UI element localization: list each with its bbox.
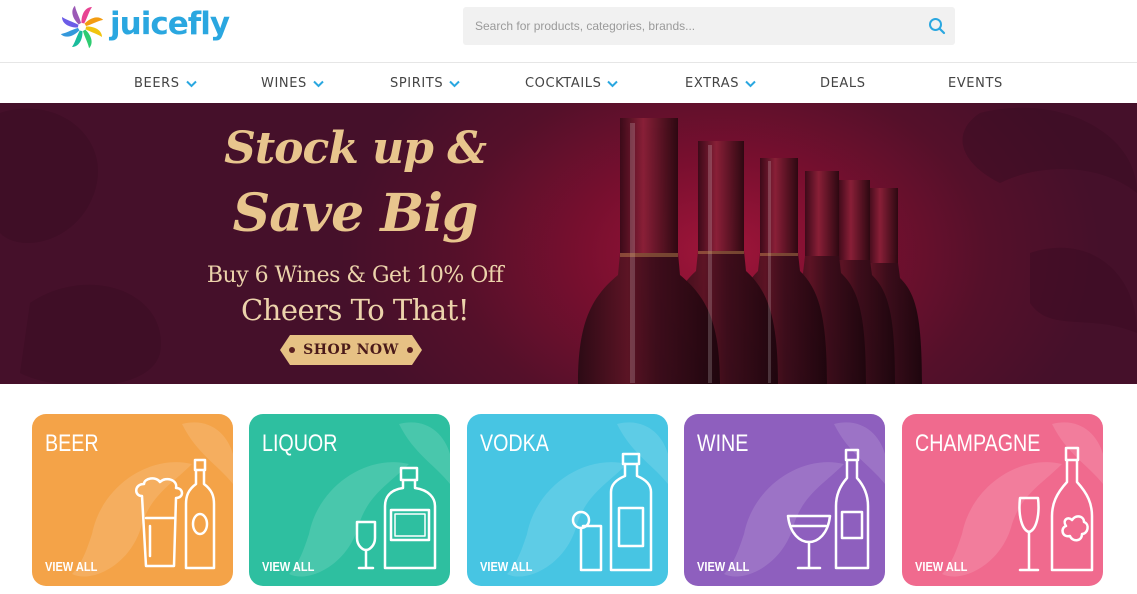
nav-item-label: BEERS (134, 76, 180, 91)
wine-icon (786, 448, 870, 570)
category-title: WINE (697, 430, 749, 457)
hero-background-swirls (0, 107, 1137, 384)
nav-item-label: WINES (261, 76, 307, 91)
category-card-wine[interactable]: WINE VIEW ALL (684, 414, 885, 586)
nav-item-cocktails[interactable]: COCKTAILS (525, 63, 619, 104)
search-input[interactable] (475, 7, 915, 45)
hero-banner[interactable]: Stock up & Save Big Buy 6 Wines & Get 10… (0, 103, 1137, 384)
nav-item-beers[interactable]: BEERS (134, 63, 197, 104)
logo-pinwheel-icon (60, 5, 104, 49)
nav-item-label: DEALS (820, 76, 866, 91)
hero-title-line2: Save Big (232, 183, 479, 244)
wine-bottles-image (578, 118, 922, 384)
logo[interactable]: juicefly (58, 3, 230, 51)
nav-item-label: SPIRITS (390, 76, 444, 91)
champagne-icon (1018, 446, 1094, 572)
nav-item-label: EVENTS (948, 76, 1003, 91)
logo-wordmark: juicefly (110, 6, 230, 42)
search-bar (463, 7, 955, 45)
chevron-down-icon (185, 80, 197, 87)
nav-item-extras[interactable]: EXTRAS (685, 63, 756, 104)
view-all-link[interactable]: VIEW ALL (915, 559, 967, 574)
category-title: LIQUOR (262, 430, 338, 457)
chevron-down-icon (745, 80, 756, 87)
shop-now-button[interactable]: SHOP NOW (280, 335, 422, 365)
category-title: VODKA (480, 430, 549, 457)
nav-item-label: COCKTAILS (525, 76, 602, 91)
category-card-beer[interactable]: BEER VIEW ALL (32, 414, 233, 586)
nav-item-wines[interactable]: WINES (261, 63, 324, 104)
nav-item-spirits[interactable]: SPIRITS (390, 63, 460, 104)
nav-item-label: EXTRAS (685, 76, 740, 91)
view-all-link[interactable]: VIEW ALL (45, 559, 97, 574)
vodka-icon (571, 452, 653, 572)
chevron-down-icon (313, 80, 324, 87)
view-all-link[interactable]: VIEW ALL (480, 559, 532, 574)
main-nav: BEERS WINES SPIRITS COCKTAILS EXTRAS DEA… (0, 62, 1137, 103)
hero-title-line1: Stock up & (224, 123, 487, 174)
chevron-down-icon (607, 80, 619, 87)
shop-now-label: SHOP NOW (303, 342, 399, 358)
header: juicefly (0, 0, 1137, 62)
category-title: BEER (45, 430, 99, 457)
view-all-link[interactable]: VIEW ALL (262, 559, 314, 574)
liquor-icon (355, 466, 437, 570)
beer-icon (135, 458, 216, 570)
chevron-down-icon (449, 80, 460, 87)
hero-subtitle: Buy 6 Wines & Get 10% Off (206, 263, 504, 288)
category-card-champagne[interactable]: CHAMPAGNE VIEW ALL (902, 414, 1103, 586)
nav-item-events[interactable]: EVENTS (948, 63, 1003, 104)
hero-tagline: Cheers To That! (240, 293, 470, 327)
category-card-liquor[interactable]: LIQUOR VIEW ALL (249, 414, 450, 586)
category-card-vodka[interactable]: VODKA VIEW ALL (467, 414, 668, 586)
view-all-link[interactable]: VIEW ALL (697, 559, 749, 574)
nav-item-deals[interactable]: DEALS (820, 63, 866, 104)
search-icon[interactable] (927, 16, 947, 36)
